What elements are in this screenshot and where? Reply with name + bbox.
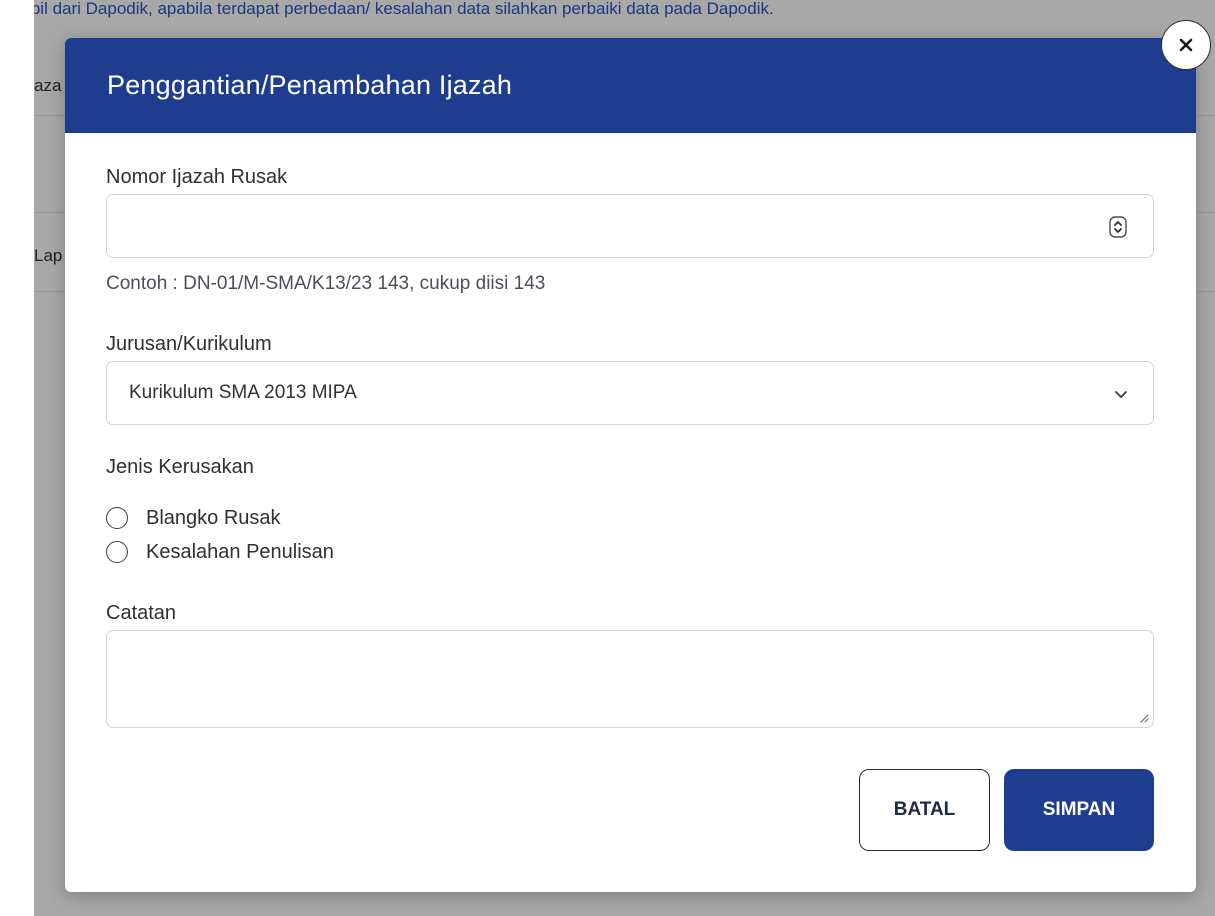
chevron-down-icon xyxy=(1115,391,1127,398)
resize-handle-icon[interactable] xyxy=(1139,713,1149,723)
modal-header: Penggantian/Penambahan Ijazah xyxy=(65,38,1196,133)
jurusan-label: Jurusan/Kurikulum xyxy=(106,333,272,355)
radio-kesalahan-penulisan[interactable]: Kesalahan Penulisan xyxy=(106,538,334,566)
close-icon xyxy=(1179,38,1193,52)
nomor-ijazah-hint: Contoh : DN-01/M-SMA/K13/23 143, cukup d… xyxy=(106,273,546,294)
nomor-ijazah-label: Nomor Ijazah Rusak xyxy=(106,166,288,188)
radio-label: Blangko Rusak xyxy=(146,506,281,529)
nomor-ijazah-input[interactable] xyxy=(106,194,1154,258)
backdrop-edge xyxy=(0,0,34,916)
radio-button[interactable] xyxy=(106,541,128,563)
radio-label: Kesalahan Penulisan xyxy=(146,540,334,563)
radio-blangko-rusak[interactable]: Blangko Rusak xyxy=(106,504,281,532)
simpan-button[interactable]: SIMPAN xyxy=(1004,769,1154,851)
close-button[interactable] xyxy=(1161,20,1211,70)
jurusan-selected-value: Kurikulum SMA 2013 MIPA xyxy=(129,382,357,403)
modal-title: Penggantian/Penambahan Ijazah xyxy=(107,70,513,100)
jenis-kerusakan-label: Jenis Kerusakan xyxy=(106,456,254,478)
radio-button[interactable] xyxy=(106,507,128,529)
batal-button[interactable]: BATAL xyxy=(859,769,990,851)
catatan-textarea[interactable] xyxy=(106,630,1154,728)
catatan-label: Catatan xyxy=(106,602,177,624)
jurusan-select[interactable]: Kurikulum SMA 2013 MIPA xyxy=(106,361,1154,425)
number-stepper-icon[interactable] xyxy=(1109,216,1127,238)
